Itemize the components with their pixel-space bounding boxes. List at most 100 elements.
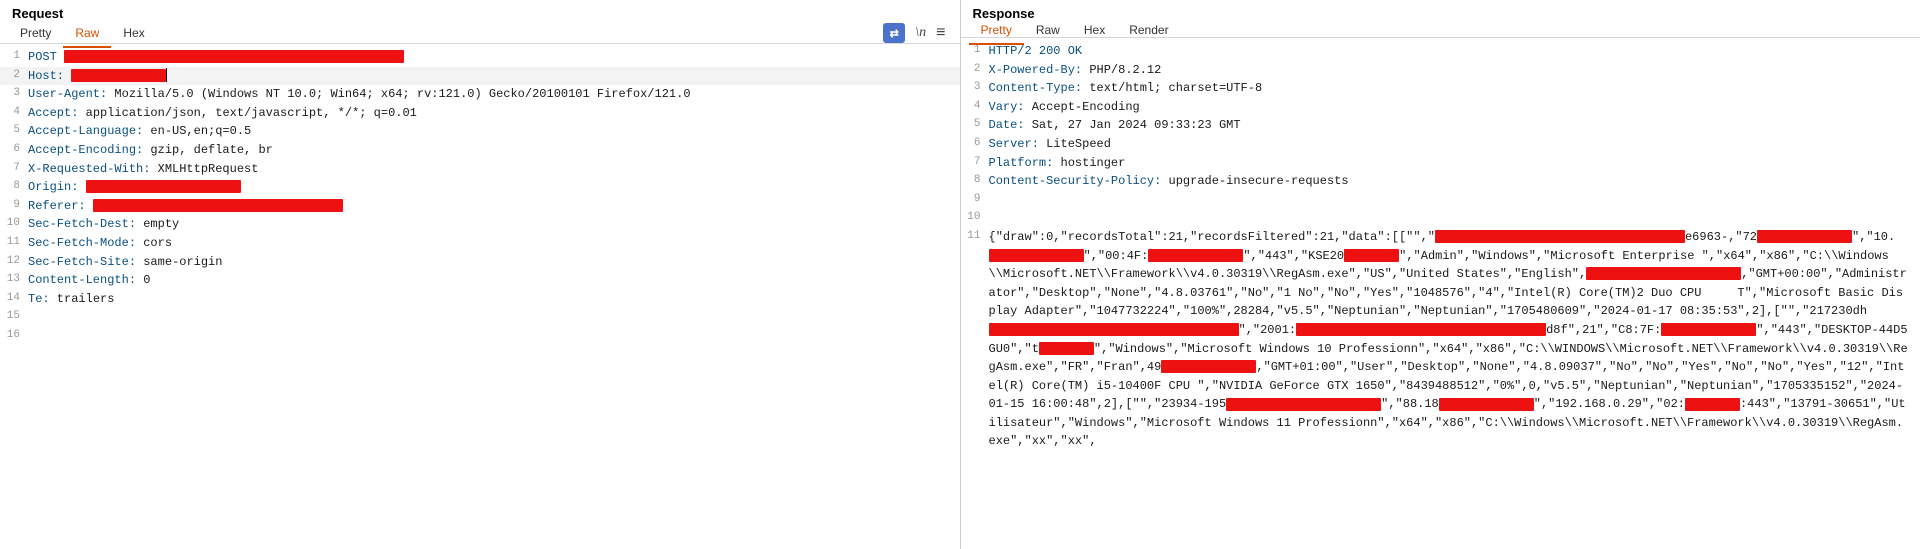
code-line[interactable]: 3Content-Type: text/html; charset=UTF-8 [961, 79, 1920, 98]
line-content: Referer: [28, 197, 960, 216]
line-number: 3 [0, 85, 28, 102]
line-number: 1 [961, 42, 989, 59]
code-line[interactable]: 11Sec-Fetch-Mode: cors [0, 234, 960, 253]
line-number: 13 [0, 271, 28, 288]
line-content: Date: Sat, 27 Jan 2024 09:33:23 GMT [989, 116, 1920, 135]
line-content: Sec-Fetch-Site: same-origin [28, 253, 960, 272]
line-number: 4 [961, 98, 989, 115]
code-line[interactable]: 1POST [0, 48, 960, 67]
response-editor[interactable]: 1HTTP/2 200 OK2X-Powered-By: PHP/8.2.123… [961, 38, 1920, 549]
redacted-block [1148, 249, 1243, 262]
line-content: Server: LiteSpeed [989, 135, 1920, 154]
code-line[interactable]: 5Accept-Language: en-US,en;q=0.5 [0, 122, 960, 141]
line-number: 6 [0, 141, 28, 158]
line-number: 5 [0, 122, 28, 139]
line-content: Accept: application/json, text/javascrip… [28, 104, 960, 123]
code-line[interactable]: 12Sec-Fetch-Site: same-origin [0, 253, 960, 272]
redacted-block [989, 249, 1084, 262]
redacted-block [989, 323, 1239, 336]
code-line[interactable]: 4Accept: application/json, text/javascri… [0, 104, 960, 123]
code-line[interactable]: 16 [0, 327, 960, 346]
line-content: User-Agent: Mozilla/5.0 (Windows NT 10.0… [28, 85, 960, 104]
code-line[interactable]: 14Te: trailers [0, 290, 960, 309]
code-line[interactable]: 10 [961, 209, 1920, 228]
line-number: 14 [0, 290, 28, 307]
line-number: 8 [961, 172, 989, 189]
line-number: 10 [961, 209, 989, 226]
line-content: Sec-Fetch-Dest: empty [28, 215, 960, 234]
code-line[interactable]: 9 [961, 191, 1920, 210]
line-content: HTTP/2 200 OK [989, 42, 1920, 61]
line-content: Accept-Encoding: gzip, deflate, br [28, 141, 960, 160]
code-line[interactable]: 1HTTP/2 200 OK [961, 42, 1920, 61]
redacted-block [1039, 342, 1094, 355]
line-content: Content-Type: text/html; charset=UTF-8 [989, 79, 1920, 98]
line-content: POST [28, 48, 960, 67]
line-content [28, 308, 960, 327]
line-number: 5 [961, 116, 989, 133]
code-line[interactable]: 13Content-Length: 0 [0, 271, 960, 290]
line-number: 6 [961, 135, 989, 152]
code-line[interactable]: 9Referer: [0, 197, 960, 216]
redacted-block [1344, 249, 1399, 262]
code-line[interactable]: 2Host: [0, 67, 960, 86]
line-content [989, 191, 1920, 210]
line-content: Content-Security-Policy: upgrade-insecur… [989, 172, 1920, 191]
code-line[interactable]: 6Accept-Encoding: gzip, deflate, br [0, 141, 960, 160]
line-number: 2 [0, 67, 28, 84]
line-content: Host: [28, 67, 960, 86]
line-content: Vary: Accept-Encoding [989, 98, 1920, 117]
response-panel: Response PrettyRawHexRender 1HTTP/2 200 … [961, 0, 1920, 549]
line-number: 3 [961, 79, 989, 96]
line-content [28, 327, 960, 346]
code-line[interactable]: 7Platform: hostinger [961, 154, 1920, 173]
line-content: X-Powered-By: PHP/8.2.12 [989, 61, 1920, 80]
line-number: 15 [0, 308, 28, 325]
redacted-block [1586, 267, 1741, 280]
line-content: Accept-Language: en-US,en;q=0.5 [28, 122, 960, 141]
text-cursor [166, 68, 167, 82]
line-number: 9 [961, 191, 989, 208]
code-line[interactable]: 6Server: LiteSpeed [961, 135, 1920, 154]
send-button[interactable]: ⇄ [883, 23, 905, 43]
code-line[interactable]: 8Origin: [0, 178, 960, 197]
code-line[interactable]: 4Vary: Accept-Encoding [961, 98, 1920, 117]
code-line[interactable]: 8Content-Security-Policy: upgrade-insecu… [961, 172, 1920, 191]
redacted-block [1757, 230, 1852, 243]
newline-toggle-icon[interactable]: \n [915, 25, 926, 41]
line-number: 4 [0, 104, 28, 121]
line-number: 2 [961, 61, 989, 78]
code-line[interactable]: 7X-Requested-With: XMLHttpRequest [0, 160, 960, 179]
line-content: Content-Length: 0 [28, 271, 960, 290]
line-number: 12 [0, 253, 28, 270]
redacted-block [1226, 398, 1381, 411]
line-number: 10 [0, 215, 28, 232]
line-content [989, 209, 1920, 228]
line-number: 7 [0, 160, 28, 177]
redacted-block [1435, 230, 1685, 243]
hamburger-menu-icon[interactable]: ≡ [936, 24, 945, 42]
line-content: {"draw":0,"recordsTotal":21,"recordsFilt… [989, 228, 1920, 451]
request-editor[interactable]: 1POST 2Host: 3User-Agent: Mozilla/5.0 (W… [0, 44, 960, 549]
code-line[interactable]: 10Sec-Fetch-Dest: empty [0, 215, 960, 234]
request-toolbar: ⇄ \n ≡ [883, 23, 951, 43]
redacted-block [64, 50, 404, 63]
response-tabs: PrettyRawHexRender [961, 23, 1920, 38]
line-content: Platform: hostinger [989, 154, 1920, 173]
code-line[interactable]: 11{"draw":0,"recordsTotal":21,"recordsFi… [961, 228, 1920, 451]
line-number: 11 [961, 228, 989, 245]
code-line[interactable]: 5Date: Sat, 27 Jan 2024 09:33:23 GMT [961, 116, 1920, 135]
line-content: Te: trailers [28, 290, 960, 309]
line-number: 1 [0, 48, 28, 65]
code-line[interactable]: 15 [0, 308, 960, 327]
code-line[interactable]: 2X-Powered-By: PHP/8.2.12 [961, 61, 1920, 80]
line-number: 7 [961, 154, 989, 171]
request-tabs: PrettyRawHex ⇄ \n ≡ [0, 23, 960, 44]
line-number: 16 [0, 327, 28, 344]
code-line[interactable]: 3User-Agent: Mozilla/5.0 (Windows NT 10.… [0, 85, 960, 104]
line-content: X-Requested-With: XMLHttpRequest [28, 160, 960, 179]
redacted-block [93, 199, 343, 212]
line-number: 8 [0, 178, 28, 195]
redacted-block [1161, 360, 1256, 373]
redacted-block [1296, 323, 1546, 336]
